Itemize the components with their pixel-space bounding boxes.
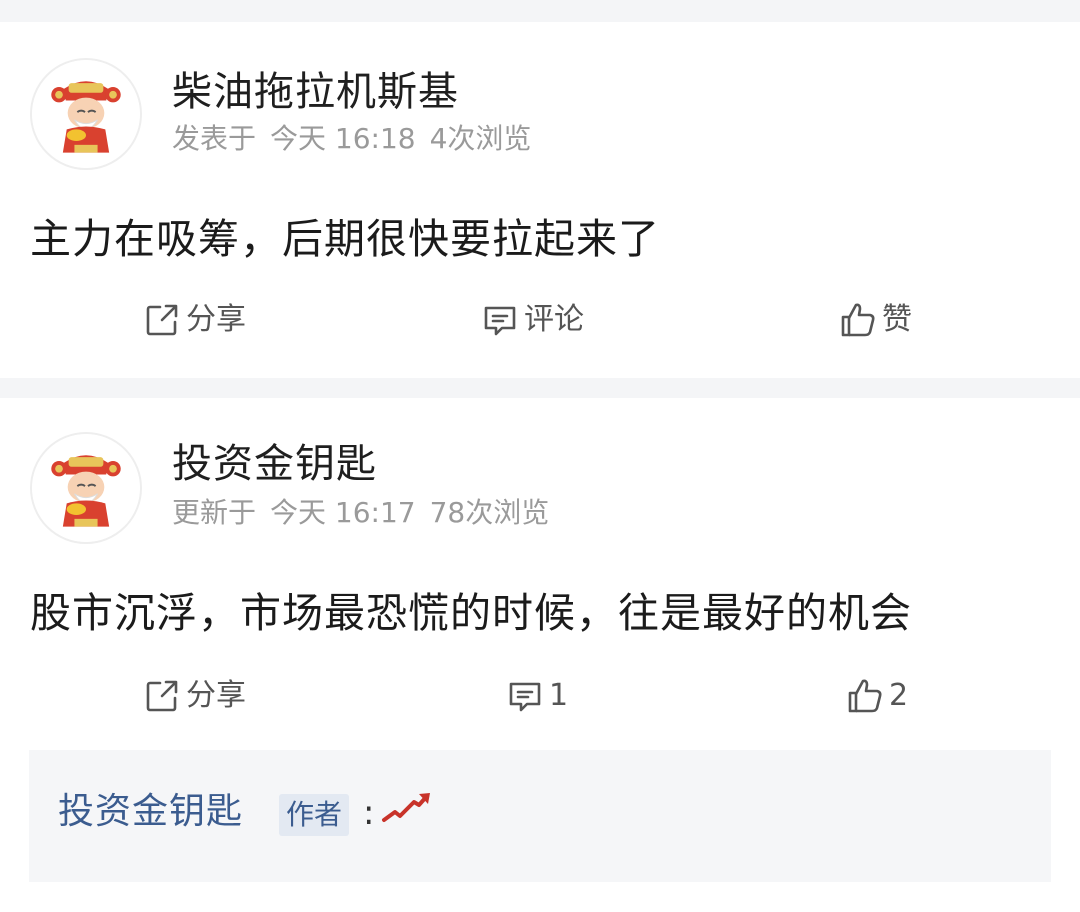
share-icon [146, 304, 178, 336]
share-label: 分享 [186, 302, 246, 337]
god-of-wealth-avatar[interactable] [30, 432, 142, 544]
reply-colon: : [363, 793, 375, 833]
like-count: 2 [889, 678, 909, 713]
comment-button[interactable]: 评论 [480, 300, 584, 340]
share-label: 分享 [186, 678, 246, 713]
meta-views: 78次浏览 [429, 496, 550, 529]
avatar-image [32, 60, 140, 168]
top-spacer [0, 0, 1080, 22]
thumbs-up-icon [841, 303, 875, 337]
like-button[interactable]: 赞 [838, 300, 912, 340]
meta-time: 今天 16:17 [270, 496, 416, 529]
thumbs-up-icon [848, 679, 882, 713]
comment-icon [509, 682, 541, 712]
comment-count: 1 [549, 678, 569, 713]
meta-action: 更新于 [172, 496, 257, 529]
share-button[interactable]: 分享 [142, 300, 246, 340]
post-card: 投资金钥匙 更新于 今天 16:17 78次浏览 股市沉浮，市场最恐慌的时候，往是最… [0, 398, 1080, 912]
meta-views: 4次浏览 [429, 122, 532, 155]
rising-chart-icon [381, 790, 433, 826]
share-icon [146, 680, 178, 712]
reply-item[interactable]: 投资金钥匙 作者 : [29, 750, 1051, 882]
post-content[interactable]: 股市沉浮，市场最恐慌的时候，往是最好的机会 [30, 593, 912, 634]
share-button[interactable]: 分享 [142, 676, 246, 716]
avatar-image [32, 434, 140, 542]
god-of-wealth-avatar[interactable] [30, 58, 142, 170]
post-meta: 发表于 今天 16:18 4次浏览 [172, 125, 545, 153]
post-card: 柴油拖拉机斯基 发表于 今天 16:18 4次浏览 主力在吸筹，后期很快要拉起来了 … [0, 22, 1080, 378]
like-label: 赞 [882, 302, 912, 337]
comment-label: 评论 [524, 302, 584, 337]
username[interactable]: 投资金钥匙 [172, 444, 377, 484]
username[interactable]: 柴油拖拉机斯基 [172, 72, 459, 112]
post-meta: 更新于 今天 16:17 78次浏览 [172, 499, 563, 527]
meta-action: 发表于 [172, 122, 257, 155]
meta-time: 今天 16:18 [270, 122, 416, 155]
like-button[interactable]: 2 [845, 676, 908, 716]
post-content[interactable]: 主力在吸筹，后期很快要拉起来了 [30, 219, 660, 260]
comment-button[interactable]: 1 [505, 676, 568, 716]
reply-author[interactable]: 投资金钥匙 [58, 794, 243, 830]
comment-icon [484, 306, 516, 336]
author-badge: 作者 [279, 794, 350, 836]
